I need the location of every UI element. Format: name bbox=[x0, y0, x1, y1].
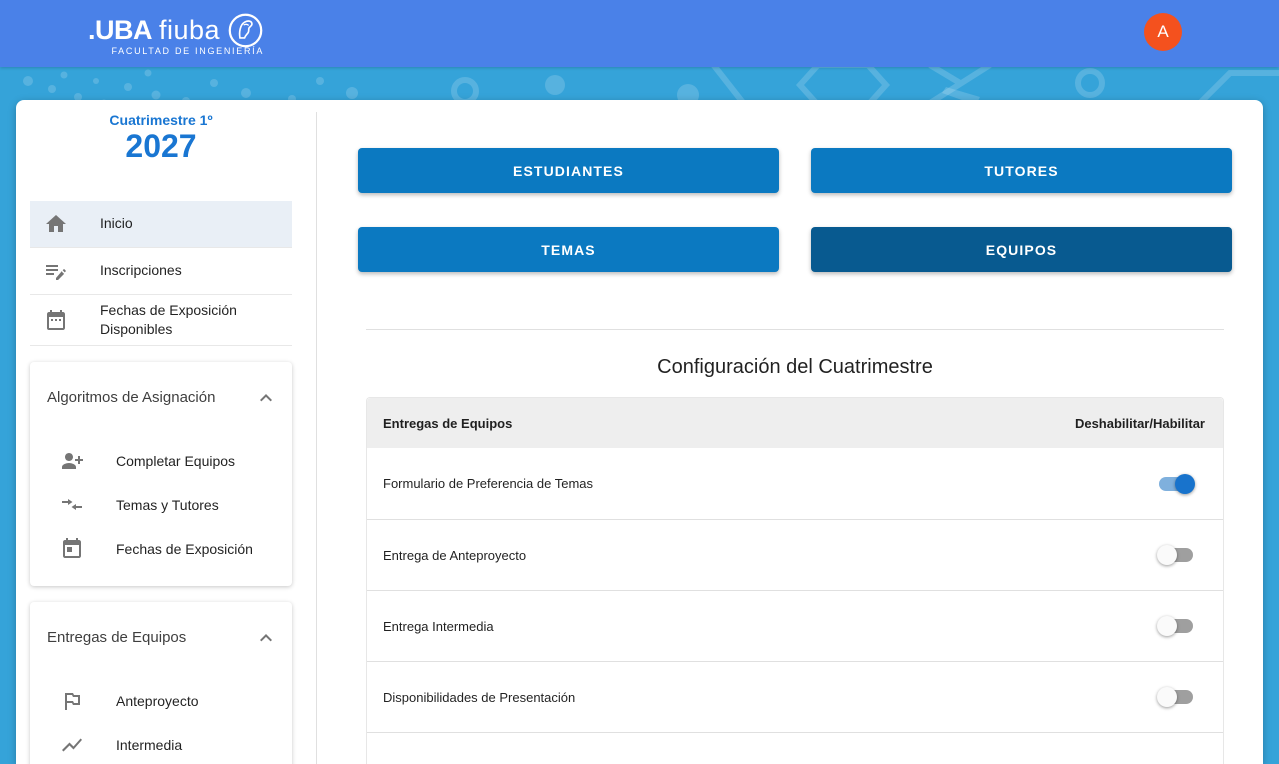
sidebar-item-inscripciones[interactable]: Inscripciones bbox=[30, 248, 292, 295]
content-divider bbox=[366, 329, 1224, 330]
main-card: Cuatrimestre 1º 2027 Inicio Inscripcione… bbox=[16, 100, 1263, 764]
sidebar-item-fechas-exposicion[interactable]: Fechas de Exposición bbox=[30, 527, 292, 571]
toggle-thumb bbox=[1157, 616, 1177, 636]
sidebar-item-label: Temas y Tutores bbox=[116, 497, 219, 513]
user-avatar[interactable]: A bbox=[1144, 13, 1182, 51]
line-chart-icon bbox=[60, 733, 84, 757]
sidebar-item-inicio[interactable]: Inicio bbox=[30, 201, 292, 248]
section-title: Entregas de Equipos bbox=[47, 629, 186, 646]
toggle-thumb bbox=[1157, 545, 1177, 565]
sidebar-item-label: Intermedia bbox=[116, 737, 182, 753]
semester-year: 2027 bbox=[30, 128, 292, 165]
home-icon bbox=[44, 212, 68, 236]
estudiantes-button[interactable]: ESTUDIANTES bbox=[358, 148, 779, 193]
app-header: .UBAfiuba FACULTAD DE INGENIERÍA A bbox=[0, 0, 1279, 67]
sidebar-item-label: Fechas de Exposición Disponibles bbox=[100, 301, 284, 339]
sidebar-item-intermedia[interactable]: Intermedia bbox=[30, 723, 292, 764]
table-header-row: Entregas de Equipos Deshabilitar/Habilit… bbox=[367, 398, 1223, 448]
sidebar-item-fechas-disponibles[interactable]: Fechas de Exposición Disponibles bbox=[30, 295, 292, 346]
config-row-label: Disponibilidades de Presentación bbox=[383, 690, 575, 705]
playlist-edit-icon bbox=[44, 259, 68, 283]
sidebar-nav: Inicio Inscripciones Fechas de Exposició… bbox=[30, 201, 292, 346]
logo-fiuba-text: fiuba bbox=[159, 15, 220, 46]
sidebar-section-algoritmos: Algoritmos de Asignación Completar Equip… bbox=[30, 362, 292, 586]
semester-block: Cuatrimestre 1º 2027 bbox=[30, 100, 292, 165]
table-row: Disponibilidades de Presentación bbox=[367, 661, 1223, 732]
page-title: Configuración del Cuatrimestre bbox=[358, 356, 1232, 379]
uba-emblem-icon bbox=[227, 12, 264, 49]
logo-subtitle: FACULTAD DE INGENIERÍA bbox=[88, 46, 264, 56]
sidebar-item-label: Inscripciones bbox=[100, 261, 182, 280]
sidebar-item-label: Fechas de Exposición bbox=[116, 541, 253, 557]
table-header-right: Deshabilitar/Habilitar bbox=[1075, 416, 1205, 431]
tutores-button[interactable]: TUTORES bbox=[811, 148, 1232, 193]
table-row: Entrega de Anteproyecto bbox=[367, 519, 1223, 590]
swap-arrows-icon bbox=[60, 493, 84, 517]
table-row: Entrega Intermedia bbox=[367, 590, 1223, 661]
table-row: Formulario de Preferencia de Temas bbox=[367, 448, 1223, 519]
section-title: Algoritmos de Asignación bbox=[47, 389, 215, 406]
logo-uba-text: .UBA bbox=[88, 15, 152, 46]
date-range-icon bbox=[44, 308, 68, 332]
sidebar-item-completar-equipos[interactable]: Completar Equipos bbox=[30, 439, 292, 483]
flag-icon bbox=[60, 689, 84, 713]
config-row-label: Entrega de Anteproyecto bbox=[383, 548, 526, 563]
temas-button[interactable]: TEMAS bbox=[358, 227, 779, 272]
sidebar-item-temas-tutores[interactable]: Temas y Tutores bbox=[30, 483, 292, 527]
sidebar-item-label: Inicio bbox=[100, 214, 133, 233]
table-row bbox=[367, 732, 1223, 764]
chevron-up-icon bbox=[254, 626, 278, 650]
disponibilidades-presentacion-toggle[interactable] bbox=[1157, 687, 1195, 707]
section-header-entregas[interactable]: Entregas de Equipos bbox=[30, 618, 292, 658]
fiuba-logo[interactable]: .UBAfiuba FACULTAD DE INGENIERÍA bbox=[88, 12, 264, 56]
sidebar: Cuatrimestre 1º 2027 Inicio Inscripcione… bbox=[16, 100, 316, 764]
sidebar-item-anteproyecto[interactable]: Anteproyecto bbox=[30, 679, 292, 723]
person-add-icon bbox=[60, 449, 84, 473]
entity-buttons: ESTUDIANTES TUTORES TEMAS EQUIPOS bbox=[358, 148, 1232, 272]
sidebar-section-entregas: Entregas de Equipos Anteproyecto Interme… bbox=[30, 602, 292, 764]
toggle-thumb bbox=[1175, 474, 1195, 494]
config-row-label: Formulario de Preferencia de Temas bbox=[383, 476, 593, 491]
table-header-left: Entregas de Equipos bbox=[383, 416, 512, 431]
preferencia-temas-toggle[interactable] bbox=[1157, 474, 1195, 494]
toggle-thumb bbox=[1157, 687, 1177, 707]
sidebar-item-label: Completar Equipos bbox=[116, 453, 235, 469]
entrega-anteproyecto-toggle[interactable] bbox=[1157, 545, 1195, 565]
event-icon bbox=[60, 537, 84, 561]
config-table: Entregas de Equipos Deshabilitar/Habilit… bbox=[366, 397, 1224, 764]
config-row-label: Entrega Intermedia bbox=[383, 619, 494, 634]
chevron-up-icon bbox=[254, 386, 278, 410]
sidebar-item-label: Anteproyecto bbox=[116, 693, 199, 709]
equipos-button[interactable]: EQUIPOS bbox=[811, 227, 1232, 272]
content-area: ESTUDIANTES TUTORES TEMAS EQUIPOS Config… bbox=[317, 100, 1263, 764]
semester-label: Cuatrimestre 1º bbox=[30, 112, 292, 128]
entrega-intermedia-toggle[interactable] bbox=[1157, 616, 1195, 636]
section-header-algoritmos[interactable]: Algoritmos de Asignación bbox=[30, 378, 292, 418]
